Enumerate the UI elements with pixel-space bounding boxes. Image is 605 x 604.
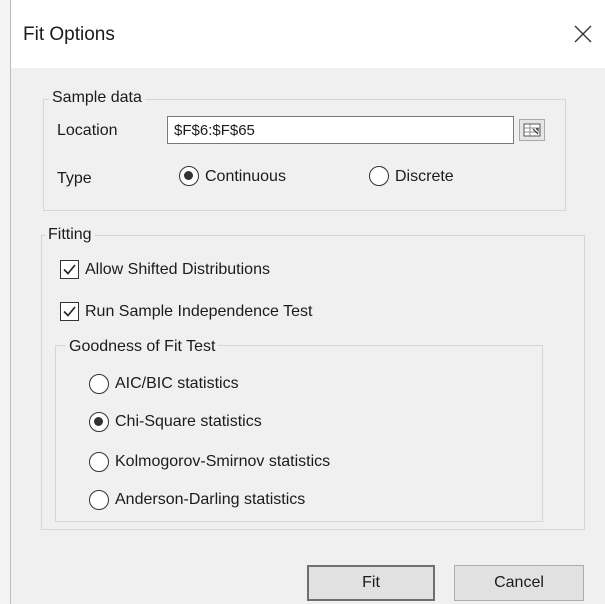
sample-data-legend: Sample data — [49, 89, 145, 107]
type-label: Type — [57, 170, 92, 187]
chi-square-radio[interactable] — [89, 412, 109, 432]
discrete-radio[interactable] — [369, 166, 389, 186]
run-independence-checkbox[interactable] — [60, 302, 79, 321]
run-independence-label: Run Sample Independence Test — [85, 303, 313, 320]
title-bar: Fit Options — [11, 0, 605, 68]
kolmogorov-smirnov-label: Kolmogorov-Smirnov statistics — [115, 453, 331, 470]
kolmogorov-smirnov-radio[interactable] — [89, 452, 109, 472]
anderson-darling-radio[interactable] — [89, 490, 109, 510]
fitting-legend: Fitting — [45, 226, 95, 244]
cancel-button[interactable]: Cancel — [454, 565, 584, 601]
range-picker-icon[interactable] — [519, 119, 545, 141]
allow-shifted-checkbox[interactable] — [60, 260, 79, 279]
continuous-label: Continuous — [205, 168, 286, 185]
goodness-of-fit-legend: Goodness of Fit Test — [66, 338, 219, 356]
aic-bic-radio[interactable] — [89, 374, 109, 394]
continuous-radio[interactable] — [179, 166, 199, 186]
fit-button[interactable]: Fit — [307, 565, 435, 601]
fit-options-dialog: Fit Options Sample data Location Type Co… — [10, 0, 605, 604]
close-icon[interactable] — [571, 22, 595, 46]
aic-bic-label: AIC/BIC statistics — [115, 375, 239, 392]
location-input[interactable] — [167, 116, 514, 144]
anderson-darling-label: Anderson-Darling statistics — [115, 491, 306, 508]
location-label: Location — [57, 122, 118, 139]
discrete-label: Discrete — [395, 168, 454, 185]
allow-shifted-label: Allow Shifted Distributions — [85, 261, 270, 278]
chi-square-label: Chi-Square statistics — [115, 413, 262, 430]
dialog-title: Fit Options — [23, 24, 115, 45]
